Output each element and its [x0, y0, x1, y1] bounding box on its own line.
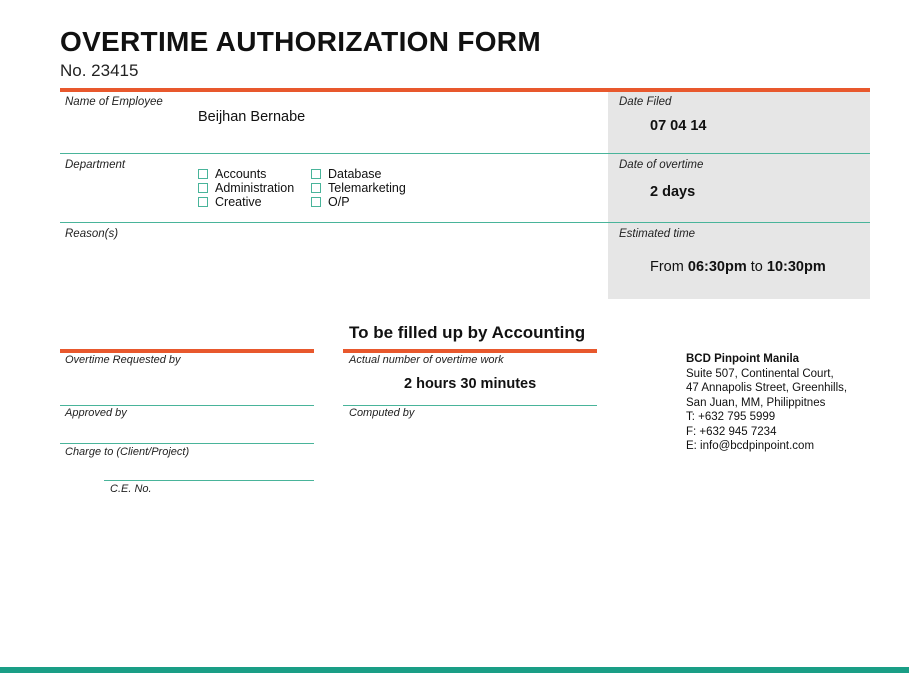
company-phone: T: +632 795 5999 [686, 411, 776, 423]
checkbox-accounts[interactable]: Accounts [198, 167, 294, 181]
date-filed-label: Date Filed [619, 96, 672, 108]
requested-by-label: Overtime Requested by [65, 354, 181, 366]
form-number: No. 23415 [60, 61, 139, 80]
checkbox-label: Database [328, 167, 382, 181]
actual-overtime-line [343, 405, 597, 406]
checkbox-icon [311, 183, 321, 193]
charge-to-line[interactable] [104, 480, 314, 481]
address-line: San Juan, MM, Philippitnes [686, 396, 826, 409]
date-of-overtime-value[interactable]: 2 days [650, 184, 695, 200]
to-word: to [750, 259, 763, 275]
checkbox-op[interactable]: O/P [311, 195, 406, 209]
employee-label: Name of Employee [65, 96, 163, 108]
to-time: 10:30pm [766, 259, 826, 275]
row-divider-2 [60, 222, 870, 223]
reasons-label: Reason(s) [65, 228, 119, 240]
checkbox-label: Accounts [215, 167, 267, 181]
actual-overtime-label: Actual number of overtime work [349, 354, 504, 366]
actual-overtime-value[interactable]: 2 hours 30 minutes [404, 376, 536, 392]
checkbox-label: O/P [328, 195, 350, 209]
estimated-time-value[interactable]: From 06:30pm to 10:30pm [650, 259, 826, 275]
accounting-section-title: To be filled up by Accounting [349, 323, 586, 342]
checkbox-icon [311, 197, 321, 207]
company-email[interactable]: E: info@bcdpinpoint.com [686, 439, 847, 454]
company-fax: F: +632 945 7234 [686, 425, 777, 438]
date-of-overtime-label: Date of overtime [619, 159, 704, 171]
address-line: 47 Annapolis Street, Greenhills, [686, 382, 848, 394]
estimated-time-label: Estimated time [619, 228, 696, 240]
date-filed-value[interactable]: 07 04 14 [650, 118, 706, 134]
left-section-bar [60, 349, 314, 353]
from-word: From [650, 259, 684, 275]
form-title: OVERTIME AUTHORIZATION FORM [60, 26, 541, 57]
company-name: BCD Pinpoint Manila [686, 353, 800, 365]
department-label: Department [65, 159, 126, 171]
checkbox-label: Creative [215, 195, 262, 209]
company-address-block: BCD Pinpoint Manila Suite 507, Continent… [686, 352, 847, 454]
employee-value[interactable]: Beijhan Bernabe [198, 109, 305, 125]
approved-by-label: Approved by [65, 407, 127, 419]
checkbox-icon [311, 169, 321, 179]
checkbox-telemarketing[interactable]: Telemarketing [311, 181, 406, 195]
computed-by-label: Computed by [349, 407, 415, 419]
from-time: 06:30pm [687, 259, 747, 275]
accounting-section-bar [343, 349, 597, 353]
requested-by-line[interactable] [60, 405, 314, 406]
row-divider-1 [60, 153, 870, 154]
checkbox-icon [198, 183, 208, 193]
charge-to-label: Charge to (Client/Project) [65, 446, 190, 458]
address-line: Suite 507, Continental Court, [686, 367, 834, 380]
checkbox-label: Telemarketing [328, 181, 406, 195]
bottom-accent-bar [0, 667, 909, 673]
department-options-col-1: Accounts Administration Creative [198, 167, 294, 209]
checkbox-icon [198, 197, 208, 207]
checkbox-administration[interactable]: Administration [198, 181, 294, 195]
department-options-col-2: Database Telemarketing O/P [311, 167, 406, 209]
checkbox-label: Administration [215, 181, 295, 195]
checkbox-icon [198, 169, 208, 179]
checkbox-database[interactable]: Database [311, 167, 406, 181]
approved-by-line[interactable] [60, 443, 314, 444]
ce-no-label: C.E. No. [110, 483, 152, 495]
checkbox-creative[interactable]: Creative [198, 195, 294, 209]
